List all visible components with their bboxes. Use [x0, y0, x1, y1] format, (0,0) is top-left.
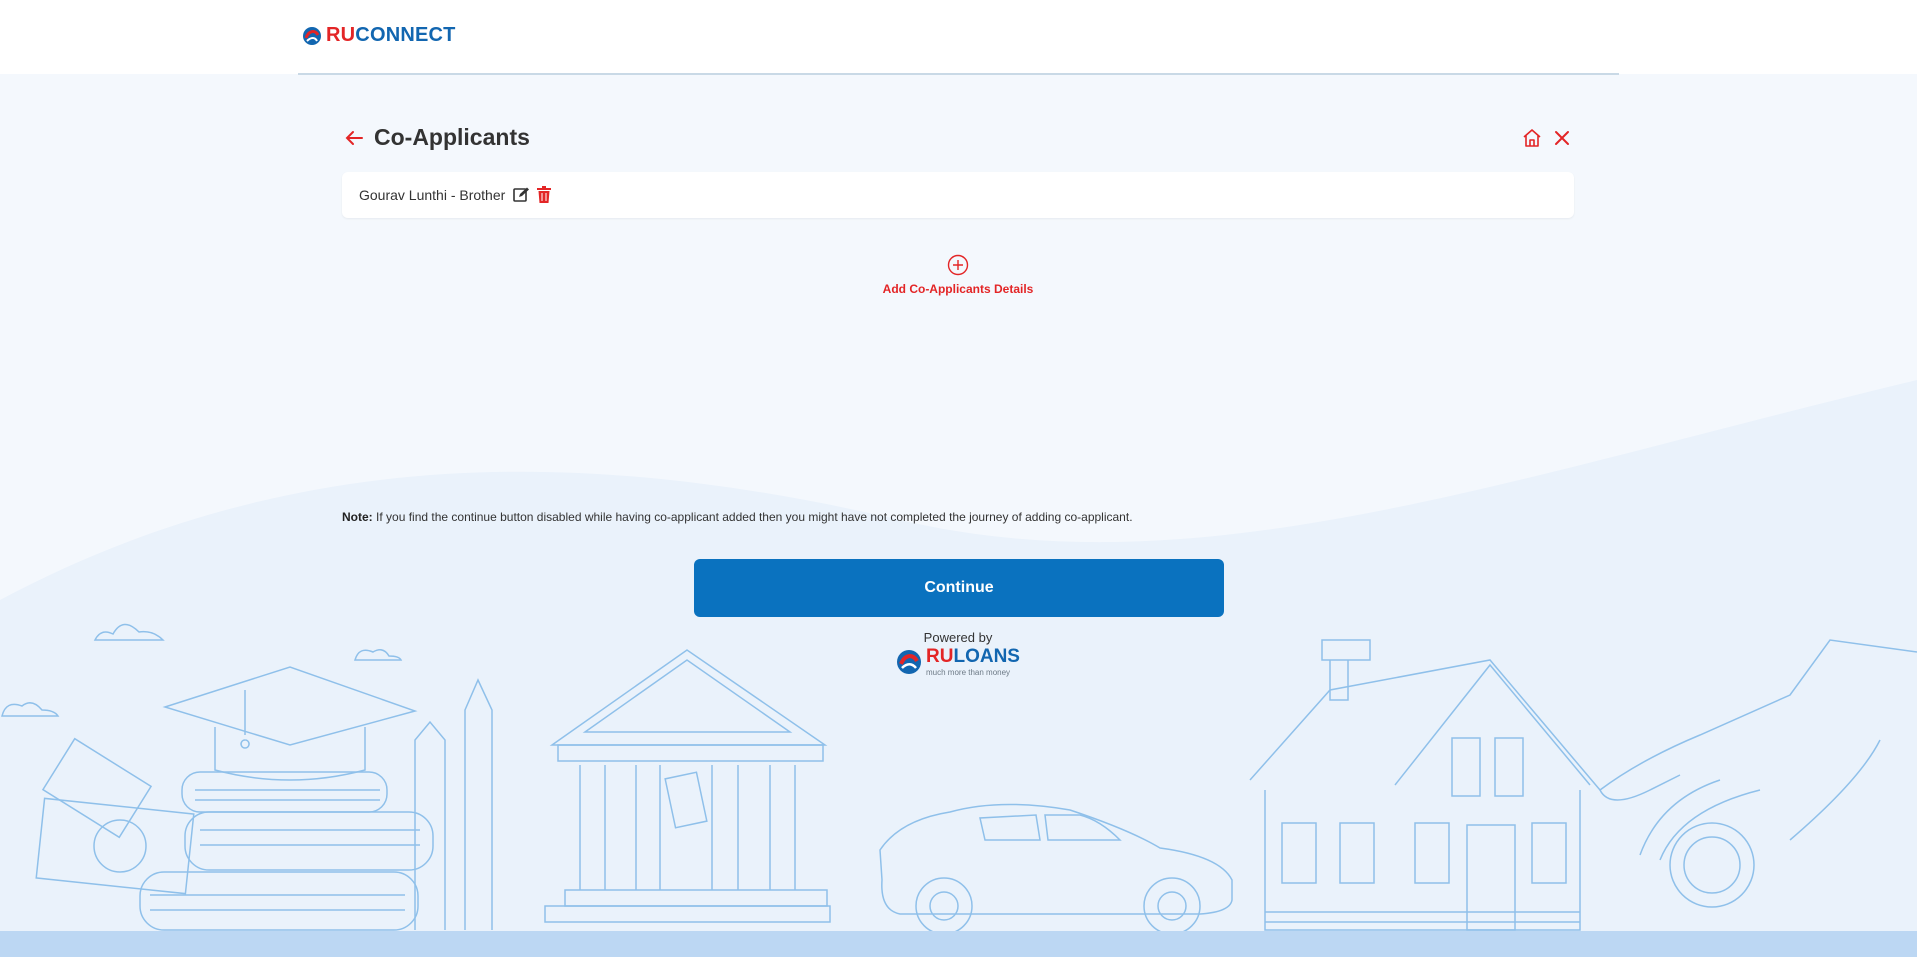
trash-icon[interactable]	[536, 186, 552, 204]
edit-icon[interactable]	[512, 186, 530, 204]
top-bar-divider	[298, 73, 1619, 75]
close-icon[interactable]	[1550, 126, 1574, 150]
co-applicant-card: Gourav Lunthi - Brother	[342, 172, 1574, 218]
logo-connect-text: CONNECT	[355, 24, 456, 46]
cloud-icon	[354, 649, 403, 661]
add-co-applicant-label: Add Co-Applicants Details	[882, 282, 1034, 296]
home-icon[interactable]	[1520, 126, 1544, 150]
page-header: Co-Applicants	[342, 122, 1574, 158]
note-body: If you find the continue button disabled…	[376, 510, 1133, 524]
plus-circle-icon	[947, 254, 969, 276]
ruconnect-logo: RUCONNECT	[302, 24, 456, 47]
page-title: Co-Applicants	[374, 124, 530, 150]
note-text: Note: If you find the continue button di…	[342, 510, 1133, 524]
top-bar	[0, 0, 1917, 74]
arrow-left-icon[interactable]	[342, 126, 366, 150]
note-label: Note:	[342, 510, 373, 524]
logo-ru-text: RU	[326, 24, 356, 46]
cloud-icon	[1, 702, 60, 717]
ruconnect-logo-mark-icon	[303, 26, 321, 45]
ground-strip	[0, 931, 1917, 957]
co-applicant-name: Gourav Lunthi - Brother	[359, 187, 506, 203]
loan-scene-illustration	[1, 623, 1917, 935]
add-co-applicant-button[interactable]: Add Co-Applicants Details	[858, 254, 1058, 298]
cloud-icon	[93, 623, 165, 641]
